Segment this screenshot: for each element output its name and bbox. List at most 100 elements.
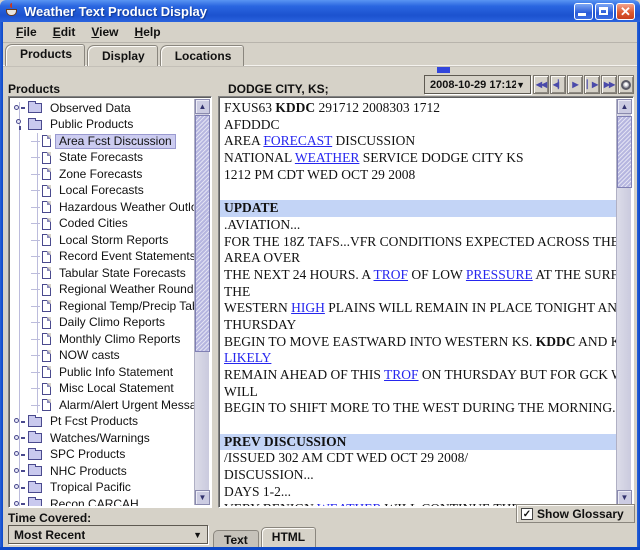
tree-item-regional-temp-precip-tables[interactable]: Regional Temp/Precip Tables — [10, 298, 194, 315]
progress-indicator — [437, 67, 450, 73]
glossary-link[interactable]: PRESSURE — [466, 267, 533, 282]
tree-item-recon-carcah[interactable]: Recon CARCAH — [10, 496, 194, 506]
expand-toggle-icon[interactable] — [13, 448, 26, 461]
text-scrollbar[interactable]: ▲ ▼ — [616, 99, 631, 505]
tree-header-label: Products — [8, 82, 60, 96]
tree-item-watches-warnings[interactable]: Watches/Warnings — [10, 430, 194, 447]
tree-item-label: Alarm/Alert Urgent Message — [55, 398, 194, 413]
text-line — [224, 183, 616, 200]
tree-scrollbar[interactable]: ▲ ▼ — [194, 99, 209, 505]
tree-item-pt-fcst-products[interactable]: Pt Fcst Products — [10, 414, 194, 431]
menu-edit[interactable]: Edit — [45, 23, 84, 41]
glossary-link[interactable]: HIGH — [291, 300, 325, 315]
document-icon — [42, 317, 51, 329]
play-button[interactable]: ▶ — [567, 75, 583, 94]
tree-item-monthly-climo-reports[interactable]: Monthly Climo Reports — [10, 331, 194, 348]
glossary-link[interactable]: WEATHER — [317, 501, 382, 507]
fast-forward-button[interactable]: ▶▶ — [601, 75, 617, 94]
show-glossary-checkbox[interactable]: ✓ — [521, 508, 533, 520]
tree-item-observed-data[interactable]: Observed Data — [10, 100, 194, 117]
expand-toggle-icon[interactable] — [13, 102, 26, 115]
text-line: FXUS63 KDDC 291712 2008303 1712 — [224, 100, 616, 117]
document-icon — [42, 366, 51, 378]
glossary-link[interactable]: FORECAST — [263, 133, 332, 148]
plain-text: .AVIATION... — [224, 217, 300, 232]
plain-text: WILL — [224, 384, 258, 399]
plain-text: AFDDDC — [224, 117, 280, 132]
tree-item-zone-forecasts[interactable]: Zone Forecasts — [10, 166, 194, 183]
step-forward-button[interactable]: ▏▶ — [584, 75, 600, 94]
tree-item-coded-cities[interactable]: Coded Cities — [10, 216, 194, 233]
tree-scrollbar-thumb[interactable] — [195, 115, 210, 352]
tree-item-label: Tabular State Forecasts — [55, 266, 190, 281]
tree-item-local-storm-reports[interactable]: Local Storm Reports — [10, 232, 194, 249]
tree-item-alarm-alert-urgent-message[interactable]: Alarm/Alert Urgent Message — [10, 397, 194, 414]
text-line: THE — [224, 284, 616, 301]
time-covered-combo[interactable]: Most Recent ▼ — [8, 525, 208, 544]
menu-bar: FileEditViewHelp — [3, 22, 637, 43]
text-line: BEGIN TO MOVE EASTWARD INTO WESTERN KS. … — [224, 334, 616, 351]
tree-item-spc-products[interactable]: SPC Products — [10, 447, 194, 464]
scroll-down-icon[interactable]: ▼ — [195, 490, 210, 505]
title-bar[interactable]: Weather Text Product Display ✕ — [0, 0, 640, 22]
fast-backward-button[interactable]: ◀◀ — [533, 75, 549, 94]
scroll-down-icon[interactable]: ▼ — [617, 490, 632, 505]
tree-item-now-casts[interactable]: NOW casts — [10, 348, 194, 365]
tab-display[interactable]: Display — [87, 45, 158, 66]
glossary-link[interactable]: TROF — [384, 367, 419, 382]
java-cup-icon — [5, 3, 19, 19]
tab-products[interactable]: Products — [5, 44, 85, 66]
text-line: DAYS 1-2... — [224, 484, 616, 501]
plain-text: THE — [224, 284, 250, 299]
tree-item-nhc-products[interactable]: NHC Products — [10, 463, 194, 480]
tree-item-tropical-pacific[interactable]: Tropical Pacific — [10, 480, 194, 497]
plain-text: FXUS63 — [224, 100, 275, 115]
scroll-up-icon[interactable]: ▲ — [195, 99, 210, 114]
glossary-link[interactable]: LIKELY — [224, 350, 271, 365]
scroll-up-icon[interactable]: ▲ — [617, 99, 632, 114]
tree-item-local-forecasts[interactable]: Local Forecasts — [10, 183, 194, 200]
plain-text: OF LOW — [408, 267, 466, 282]
latest-time-button[interactable] — [618, 75, 634, 94]
expand-toggle-icon[interactable] — [13, 432, 26, 445]
product-time-combo[interactable]: 2008-10-29 17:12:50Z ▼ — [424, 75, 531, 94]
text-line: BEGIN TO SHIFT MORE TO THE WEST DURING T… — [224, 400, 616, 417]
expand-toggle-icon[interactable] — [13, 498, 26, 506]
main-tabs: ProductsDisplayLocations — [5, 45, 246, 66]
plain-text: 291712 2008303 1712 — [315, 100, 440, 115]
expand-toggle-icon[interactable] — [13, 465, 26, 478]
window-title: Weather Text Product Display — [24, 4, 207, 19]
tab-locations[interactable]: Locations — [160, 45, 245, 66]
tree-item-hazardous-weather-outlook[interactable]: Hazardous Weather Outlook — [10, 199, 194, 216]
text-line: .AVIATION... — [224, 217, 616, 234]
glossary-link[interactable]: WEATHER — [295, 150, 360, 165]
glossary-link[interactable]: TROF — [374, 267, 409, 282]
expand-toggle-icon[interactable] — [13, 415, 26, 428]
tree-item-regional-weather-roundups[interactable]: Regional Weather Roundups — [10, 282, 194, 299]
menu-file[interactable]: File — [8, 23, 45, 41]
menu-view[interactable]: View — [83, 23, 126, 41]
minimize-button[interactable] — [574, 3, 593, 20]
tree-item-state-forecasts[interactable]: State Forecasts — [10, 150, 194, 167]
tree-item-label: Pt Fcst Products — [46, 414, 142, 429]
tree-item-record-event-statements[interactable]: Record Event Statements — [10, 249, 194, 266]
maximize-button[interactable] — [595, 3, 614, 20]
tree-item-public-products[interactable]: Public Products — [10, 117, 194, 134]
tree-item-daily-climo-reports[interactable]: Daily Climo Reports — [10, 315, 194, 332]
menu-help[interactable]: Help — [127, 23, 169, 41]
tree-item-area-fcst-discussion[interactable]: Area Fcst Discussion — [10, 133, 194, 150]
view-tab-text[interactable]: Text — [213, 530, 259, 547]
tree-item-tabular-state-forecasts[interactable]: Tabular State Forecasts — [10, 265, 194, 282]
close-button[interactable]: ✕ — [616, 3, 635, 20]
collapse-toggle-icon[interactable] — [13, 118, 26, 131]
expand-toggle-icon[interactable] — [13, 481, 26, 494]
step-backward-button[interactable]: ◀▏ — [550, 75, 566, 94]
bold-text: PREV DISCUSSION — [224, 434, 346, 449]
text-line: WESTERN HIGH PLAINS WILL REMAIN IN PLACE… — [224, 300, 616, 317]
tree-item-public-info-statement[interactable]: Public Info Statement — [10, 364, 194, 381]
text-line: THURSDAY — [224, 317, 616, 334]
text-scrollbar-thumb[interactable] — [617, 116, 632, 188]
tree-item-misc-local-statement[interactable]: Misc Local Statement — [10, 381, 194, 398]
view-tab-html[interactable]: HTML — [261, 527, 316, 547]
folder-icon — [28, 417, 42, 427]
